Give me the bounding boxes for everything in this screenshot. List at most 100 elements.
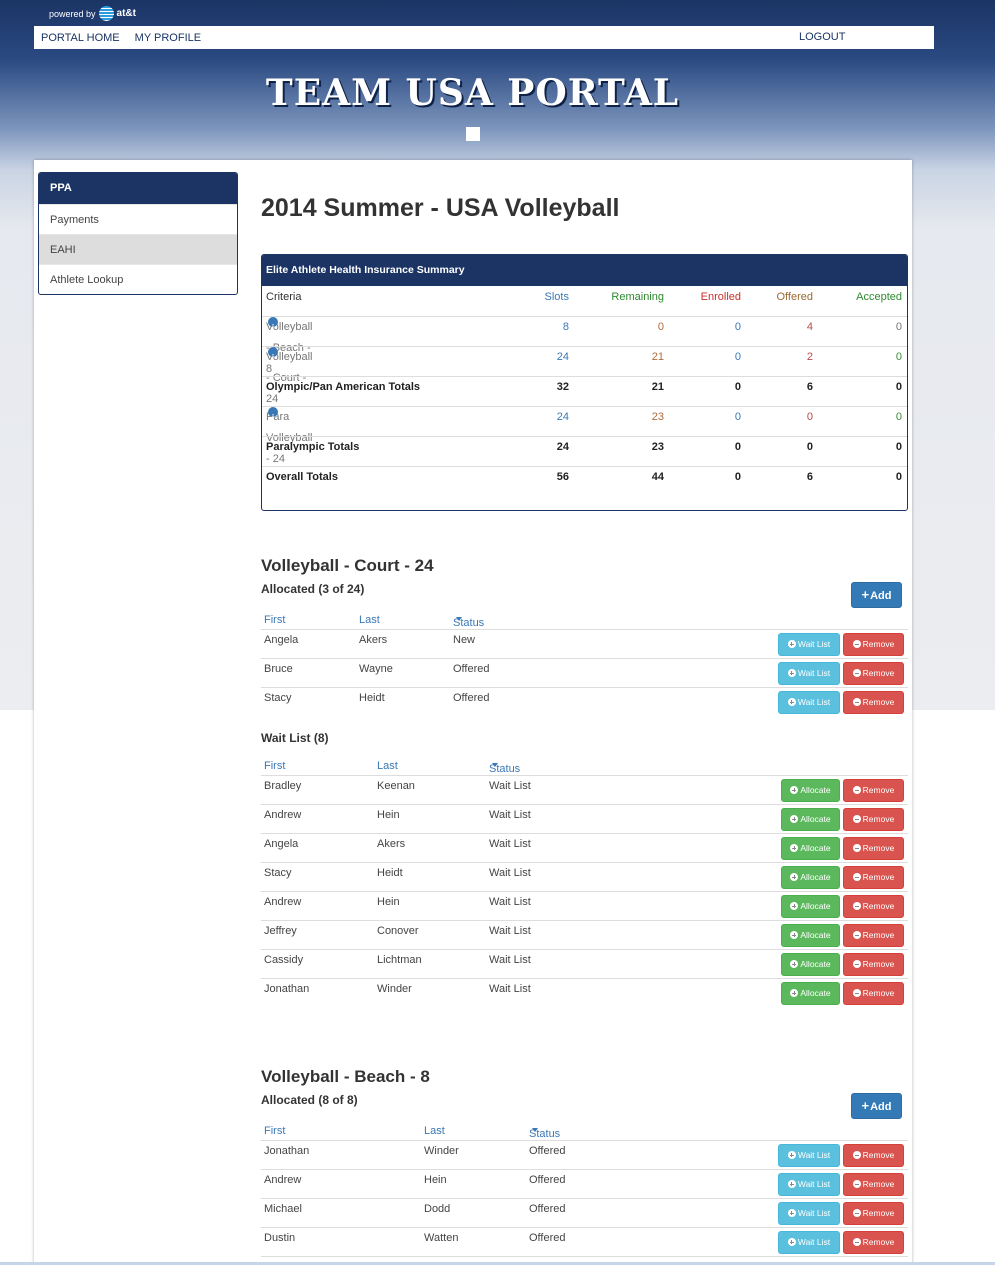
wait-list-button[interactable]: Wait List bbox=[778, 1173, 840, 1196]
info-icon[interactable]: i bbox=[268, 317, 278, 332]
wait-list-label: Wait List bbox=[797, 697, 831, 707]
first-name: Stacy bbox=[264, 692, 292, 704]
enrolled-value: 0 bbox=[734, 441, 741, 453]
allocate-button[interactable]: Allocate bbox=[781, 924, 840, 947]
criteria-label: Overall Totals bbox=[266, 471, 338, 483]
court-waitlist-table: First Last Status Bradley Keenan Wait Li… bbox=[261, 757, 908, 1008]
wait-list-button[interactable]: Wait List bbox=[778, 662, 840, 685]
last-name: Lichtman bbox=[377, 954, 422, 966]
plus-circle-icon bbox=[787, 1209, 796, 1217]
att-logo-text: at&t bbox=[116, 8, 136, 19]
first-name: Stacy bbox=[264, 867, 292, 879]
sidebar-item-payments[interactable]: Payments bbox=[39, 204, 237, 234]
last-name: Hein bbox=[377, 809, 400, 821]
beach-allocated-title: Allocated (8 of 8) bbox=[261, 1093, 358, 1107]
remove-button[interactable]: Remove bbox=[843, 866, 904, 889]
last-name: Akers bbox=[377, 838, 406, 850]
info-icon[interactable]: i bbox=[268, 407, 278, 422]
remaining-value: 44 bbox=[651, 471, 664, 483]
table-row: Stacy Heidt Wait List Allocate Remove bbox=[261, 863, 908, 892]
remove-button[interactable]: Remove bbox=[843, 1173, 904, 1196]
table-header: First Last Status bbox=[261, 1122, 908, 1141]
allocate-button[interactable]: Allocate bbox=[781, 982, 840, 1005]
wait-list-button[interactable]: Wait List bbox=[778, 1144, 840, 1167]
remove-button[interactable]: Remove bbox=[843, 662, 904, 685]
nav-my-profile[interactable]: MY PROFILE bbox=[135, 32, 201, 44]
allocate-button[interactable]: Allocate bbox=[781, 808, 840, 831]
remove-label: Remove bbox=[862, 1150, 895, 1160]
nav-portal-home[interactable]: PORTAL HOME bbox=[41, 32, 120, 44]
remove-button[interactable]: Remove bbox=[843, 953, 904, 976]
remaining-value: 23 bbox=[651, 411, 664, 423]
status: Offered bbox=[529, 1174, 566, 1186]
col-last[interactable]: Last bbox=[359, 614, 380, 626]
summary-row: Volleyball - Beach - 8 i 8 0 0 4 0 bbox=[262, 316, 907, 375]
remove-button[interactable]: Remove bbox=[843, 633, 904, 656]
remove-button[interactable]: Remove bbox=[843, 779, 904, 802]
sidebar-item-eahi[interactable]: EAHI bbox=[39, 234, 237, 264]
remove-button[interactable]: Remove bbox=[843, 895, 904, 918]
status: Wait List bbox=[489, 983, 531, 995]
col-last[interactable]: Last bbox=[377, 760, 398, 772]
slots-value: 24 bbox=[556, 351, 569, 363]
col-enrolled: Enrolled bbox=[700, 291, 741, 303]
col-first[interactable]: First bbox=[264, 1125, 285, 1137]
col-first[interactable]: First bbox=[264, 614, 285, 626]
remove-label: Remove bbox=[862, 668, 895, 678]
minus-circle-icon bbox=[852, 698, 861, 706]
last-name: Heidt bbox=[359, 692, 385, 704]
enrolled-value: 0 bbox=[734, 411, 741, 423]
sort-caret-icon bbox=[532, 1128, 538, 1132]
remove-button[interactable]: Remove bbox=[843, 1144, 904, 1167]
plus-icon: + bbox=[861, 1098, 870, 1113]
col-last[interactable]: Last bbox=[424, 1125, 445, 1137]
offered-value: 6 bbox=[806, 471, 813, 483]
remove-button[interactable]: Remove bbox=[843, 1231, 904, 1254]
allocate-button[interactable]: Allocate bbox=[781, 779, 840, 802]
enrolled-value: 0 bbox=[734, 381, 741, 393]
plus-circle-icon bbox=[790, 786, 799, 794]
logout-link[interactable]: LOGOUT bbox=[799, 31, 845, 43]
wait-list-label: Wait List bbox=[797, 668, 831, 678]
plus-circle-icon bbox=[787, 1238, 796, 1246]
sidebar-item-athlete-lookup[interactable]: Athlete Lookup bbox=[39, 264, 237, 294]
table-row: Cassidy Lichtman Wait List Allocate Remo… bbox=[261, 950, 908, 979]
remove-label: Remove bbox=[862, 988, 895, 998]
status: Wait List bbox=[489, 896, 531, 908]
info-icon[interactable]: i bbox=[268, 347, 278, 362]
beach-add-button[interactable]: +Add bbox=[851, 1093, 902, 1119]
table-header: First Last Status bbox=[261, 611, 908, 630]
plus-circle-icon bbox=[790, 815, 799, 823]
allocate-button[interactable]: Allocate bbox=[781, 895, 840, 918]
wait-list-button[interactable]: Wait List bbox=[778, 1231, 840, 1254]
remove-button[interactable]: Remove bbox=[843, 1202, 904, 1225]
first-name: Andrew bbox=[264, 1174, 302, 1186]
wait-list-button[interactable]: Wait List bbox=[778, 633, 840, 656]
minus-circle-icon bbox=[852, 931, 861, 939]
remove-button[interactable]: Remove bbox=[843, 808, 904, 831]
wait-list-button[interactable]: Wait List bbox=[778, 691, 840, 714]
first-name: Cassidy bbox=[264, 954, 304, 966]
table-row: Angela Akers Wait List Allocate Remove bbox=[261, 834, 908, 863]
beach-section-title: Volleyball - Beach - 8 bbox=[261, 1067, 430, 1086]
att-globe-icon bbox=[98, 6, 114, 21]
court-add-button[interactable]: +Add bbox=[851, 582, 902, 608]
allocate-button[interactable]: Allocate bbox=[781, 866, 840, 889]
allocate-button[interactable]: Allocate bbox=[781, 837, 840, 860]
remove-button[interactable]: Remove bbox=[843, 982, 904, 1005]
remove-button[interactable]: Remove bbox=[843, 837, 904, 860]
accepted-value: 0 bbox=[895, 381, 902, 393]
offered-value: 4 bbox=[806, 321, 813, 333]
remove-label: Remove bbox=[862, 639, 895, 649]
wait-list-button[interactable]: Wait List bbox=[778, 1202, 840, 1225]
last-name: Winder bbox=[377, 983, 412, 995]
col-first[interactable]: First bbox=[264, 760, 285, 772]
status: Wait List bbox=[489, 867, 531, 879]
first-name: Angela bbox=[264, 634, 299, 646]
remove-button[interactable]: Remove bbox=[843, 924, 904, 947]
allocate-button[interactable]: Allocate bbox=[781, 953, 840, 976]
remove-button[interactable]: Remove bbox=[843, 691, 904, 714]
accepted-value: 0 bbox=[895, 471, 902, 483]
enrolled-value: 0 bbox=[734, 321, 741, 333]
plus-circle-icon bbox=[787, 640, 796, 648]
